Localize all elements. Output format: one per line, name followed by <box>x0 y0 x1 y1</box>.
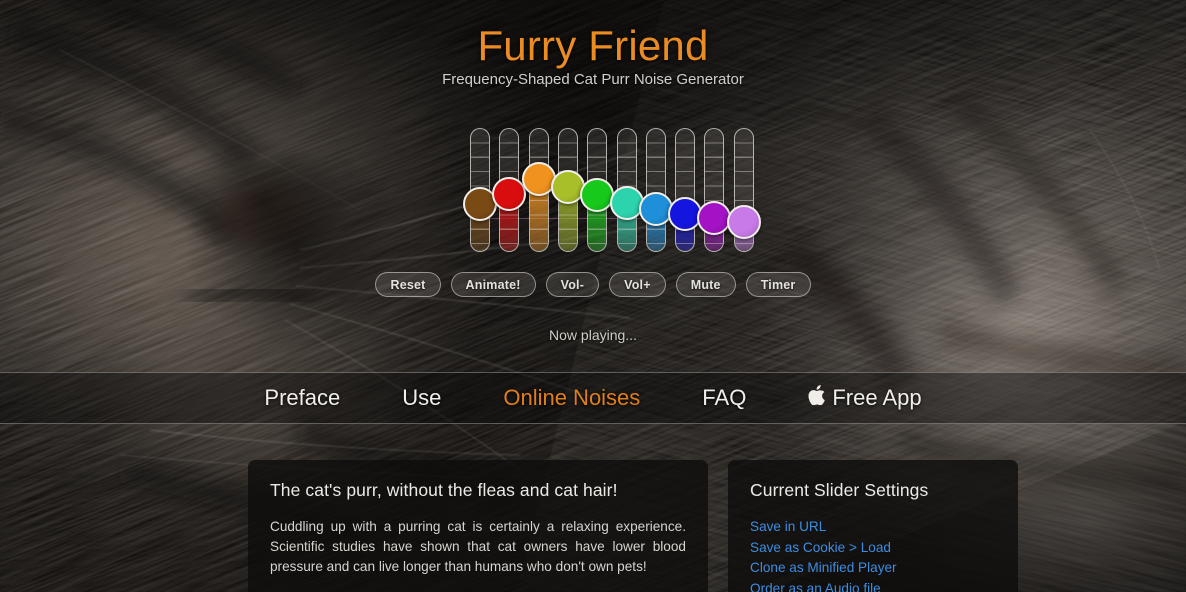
settings-link-2[interactable]: Clone as Minified Player <box>750 558 996 578</box>
eq-slider-band-4[interactable] <box>550 128 585 252</box>
eq-slider-band-7[interactable] <box>638 128 673 252</box>
volume-down-button[interactable]: Vol- <box>545 272 600 297</box>
apple-icon <box>808 385 826 409</box>
reset-button[interactable]: Reset <box>375 272 441 297</box>
eq-slider-track-8[interactable] <box>675 128 696 252</box>
volume-up-button[interactable]: Vol+ <box>609 272 666 297</box>
eq-slider-band-1[interactable] <box>463 128 497 252</box>
player-controls: Reset Animate! Vol- Vol+ Mute Timer <box>0 272 1186 297</box>
eq-slider-knob-3[interactable] <box>521 162 556 197</box>
equalizer-sliders[interactable] <box>463 128 762 252</box>
eq-slider-knob-2[interactable] <box>492 176 527 211</box>
mute-button[interactable]: Mute <box>675 272 736 297</box>
now-playing-status: Now playing... <box>549 327 637 343</box>
animate-button[interactable]: Animate! <box>450 272 536 297</box>
nav-item-use[interactable]: Use <box>402 385 441 411</box>
nav-item-label: Preface <box>264 385 341 410</box>
preface-card-body: Cuddling up with a purring cat is certai… <box>270 519 686 574</box>
eq-slider-knob-9[interactable] <box>697 200 732 235</box>
app-root: Furry Friend Frequency-Shaped Cat Purr N… <box>0 0 1186 592</box>
nav-item-label: FAQ <box>702 385 747 410</box>
timer-button[interactable]: Timer <box>745 272 811 297</box>
slider-settings-title: Current Slider Settings <box>750 480 929 500</box>
eq-slider-band-9[interactable] <box>697 128 732 252</box>
eq-slider-band-5[interactable] <box>580 128 615 252</box>
eq-slider-ticks-7 <box>646 129 665 251</box>
nav-item-online-noises[interactable]: Online Noises <box>503 385 640 411</box>
nav-item-label: Use <box>402 385 442 410</box>
settings-link-0[interactable]: Save in URL <box>750 517 996 537</box>
header: Furry Friend Frequency-Shaped Cat Purr N… <box>0 0 1186 372</box>
content-area: The cat's purr, without the fleas and ca… <box>0 424 1186 592</box>
settings-link-3[interactable]: Order as an Audio file <box>750 579 996 592</box>
nav-item-preface[interactable]: Preface <box>264 385 340 411</box>
page-subtitle: Frequency-Shaped Cat Purr Noise Generato… <box>442 71 744 88</box>
eq-slider-track-7[interactable] <box>645 128 666 252</box>
eq-slider-band-10[interactable] <box>726 128 761 252</box>
eq-slider-band-8[interactable] <box>668 128 703 252</box>
nav-item-label: Free App <box>832 385 922 410</box>
page-title: Furry Friend <box>477 22 709 69</box>
slider-settings-card: Current Slider Settings Save in URL Save … <box>728 460 1018 592</box>
nav-item-free-app[interactable]: Free App <box>808 385 922 411</box>
eq-slider-band-2[interactable] <box>492 128 527 252</box>
nav-item-faq[interactable]: FAQ <box>702 385 746 411</box>
eq-slider-band-3[interactable] <box>521 128 556 252</box>
eq-slider-knob-5[interactable] <box>580 177 615 212</box>
slider-settings-links: Save in URL Save as Cookie > Load Clone as… <box>750 517 996 592</box>
eq-slider-ticks-8 <box>676 129 695 251</box>
eq-slider-band-6[interactable] <box>609 128 644 252</box>
settings-link-1[interactable]: Save as Cookie > Load <box>750 538 996 558</box>
eq-slider-knob-6[interactable] <box>609 185 644 220</box>
main-navigation: Preface Use Online Noises FAQ Free App <box>0 372 1186 424</box>
eq-slider-knob-10[interactable] <box>726 204 761 239</box>
preface-card: The cat's purr, without the fleas and ca… <box>248 460 708 592</box>
nav-item-label: Online Noises <box>503 385 641 410</box>
preface-card-title: The cat's purr, without the fleas and ca… <box>270 480 618 500</box>
